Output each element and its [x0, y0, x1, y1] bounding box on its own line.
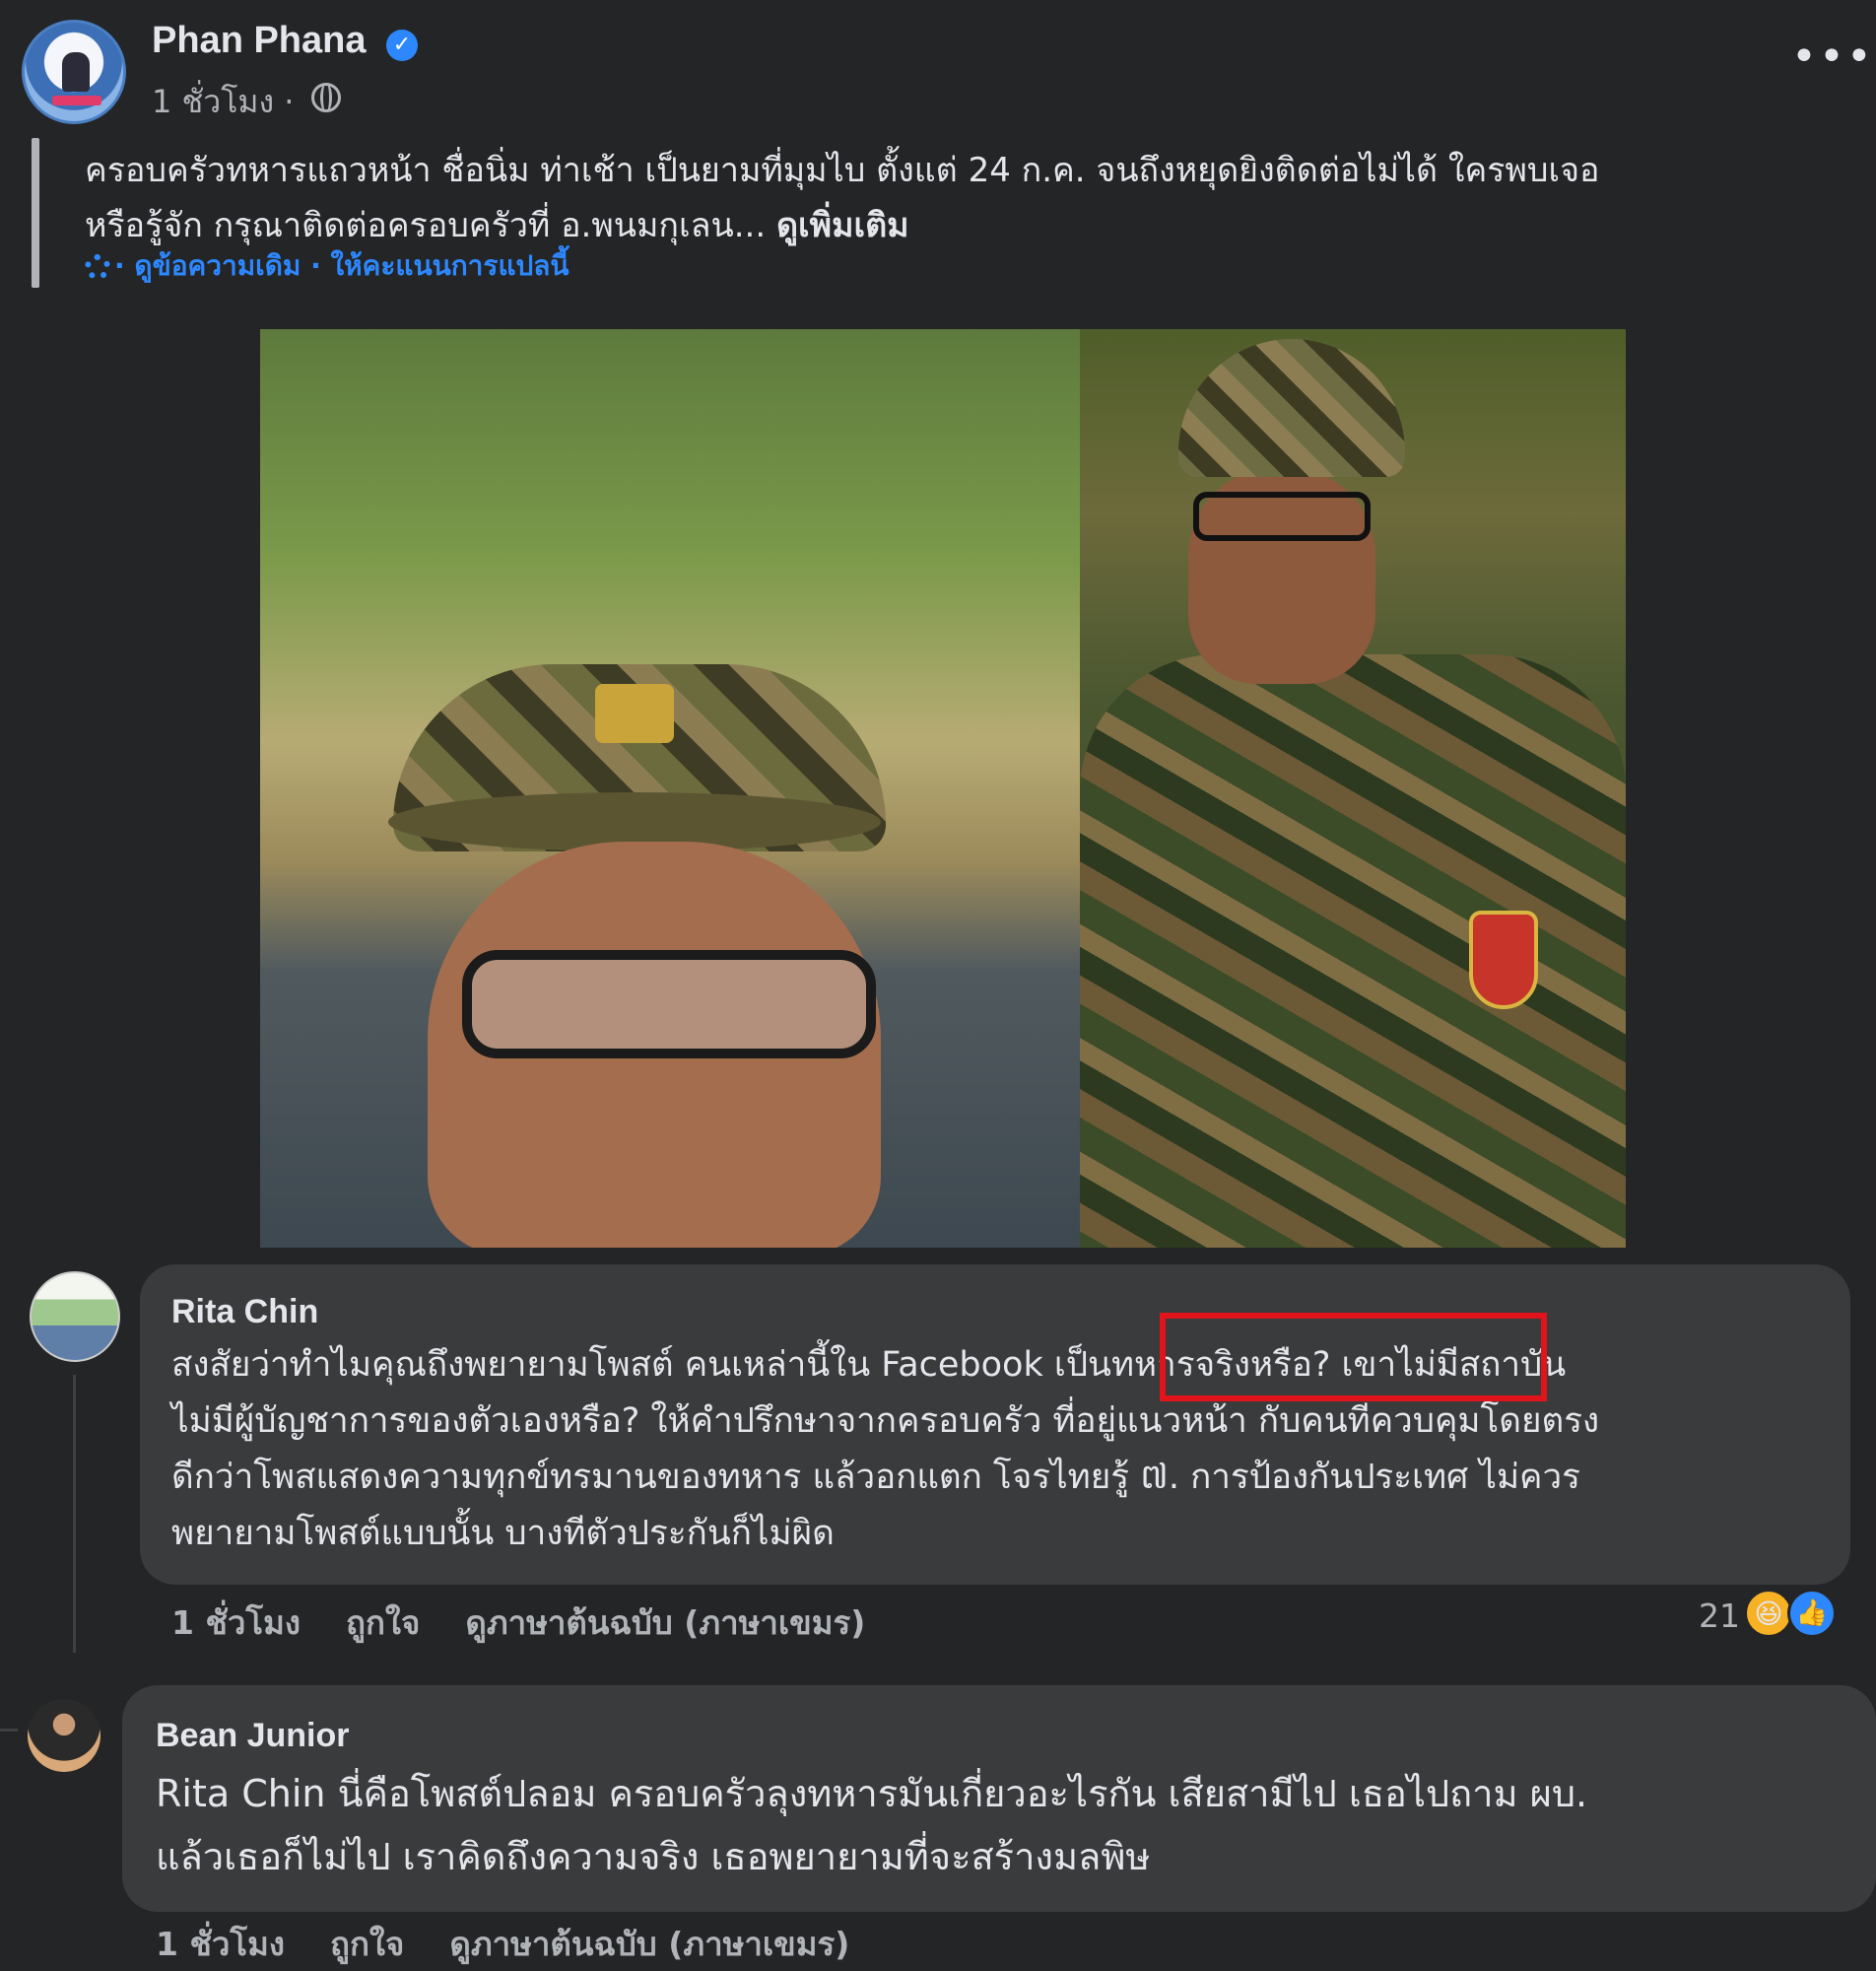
gear-icon — [85, 254, 110, 280]
post-text: ครอบครัวทหารแถวหน้า ชื่อนิ่ม ท่าเช้า เป็… — [85, 143, 1839, 253]
photo-left-selfie — [260, 329, 1080, 1248]
globe-icon — [311, 83, 341, 112]
photo-right-portrait — [1080, 329, 1626, 1248]
verified-icon: ✓ — [386, 30, 418, 61]
glasses-right — [1193, 492, 1371, 541]
comment-line: ดีกว่าโพสแสดงความทุกข์ทรมานของทหาร แล้วอ… — [171, 1458, 1580, 1497]
comment-line: แล้วเธอก็ไม่ไป เราคิดถึงความจริง เธอพยาย… — [156, 1835, 1151, 1878]
thread-line — [73, 1375, 76, 1653]
thread-connector — [0, 1729, 18, 1732]
commenter-name[interactable]: Rita Chin — [171, 1293, 318, 1331]
translation-links[interactable]: · ดูข้อความเดิม · ให้คะแนนการแปลนี้ — [114, 249, 570, 282]
comment-line: สงสัยว่าทำไมคุณถึงพยายามโพสต์ คนเหล่านี้… — [171, 1345, 1567, 1385]
translation-row: · ดูข้อความเดิม · ให้คะแนนการแปลนี้ — [85, 244, 570, 288]
like-action[interactable]: ถูกใจ — [346, 1603, 420, 1642]
see-original-action[interactable]: ดูภาษาต้นฉบับ (ภาษาเขมร) — [465, 1603, 865, 1642]
shoulder-patch — [1469, 911, 1538, 1009]
reaction-count[interactable]: 21 — [1699, 1597, 1740, 1635]
comment-actions-1: 1 ชั่วโมง ถูกใจ ดูภาษาต้นฉบับ (ภาษาเขมร) — [171, 1597, 910, 1649]
comment-line: พยายามโพสต์แบบนั้น บางทีตัวประกันก็ไม่ผิ… — [171, 1514, 835, 1553]
comment-actions-2: 1 ชั่วโมง ถูกใจ ดูภาษาต้นฉบับ (ภาษาเขมร) — [156, 1918, 895, 1970]
post-text-line-1: ครอบครัวทหารแถวหน้า ชื่อนิ่ม ท่าเช้า เป็… — [85, 151, 1600, 190]
comment-line: ไม่มีผู้บัญชาการของตัวเองหรือ? ให้คำปรึก… — [171, 1401, 1600, 1441]
cap-badge-left — [595, 684, 674, 743]
comment-text-1: สงสัยว่าทำไมคุณถึงพยายามโพสต์ คนเหล่านี้… — [171, 1337, 1846, 1562]
commenter-name[interactable]: Bean Junior — [156, 1717, 349, 1755]
commenter-avatar-rita[interactable] — [30, 1271, 120, 1362]
author-avatar[interactable] — [22, 20, 126, 124]
soldier-uniform-right — [1080, 654, 1626, 1248]
comment-time[interactable]: 1 ชั่วโมง — [156, 1925, 285, 1963]
highlight-box — [1160, 1313, 1547, 1401]
comment-time[interactable]: 1 ชั่วโมง — [171, 1603, 301, 1642]
post-photo[interactable] — [260, 329, 1626, 1248]
avatar-figure — [62, 52, 90, 92]
comment-line: Rita Chin นี่คือโพสต์ปลอม ครอบครัวลุงทหา… — [156, 1772, 1588, 1815]
more-icon[interactable]: ••• — [1791, 35, 1874, 79]
post-text-line-2-body: หรือรู้จัก กรุณาติดต่อครอบครัวที่ อ.พนมก… — [85, 206, 767, 245]
haha-icon: 😆 — [1744, 1589, 1793, 1638]
see-more-link[interactable]: ดูเพิ่มเติม — [776, 206, 909, 245]
comment-text-2: Rita Chin นี่คือโพสต์ปลอม ครอบครัวลุงทหา… — [156, 1762, 1870, 1888]
see-original-action[interactable]: ดูภาษาต้นฉบับ (ภาษาเขมร) — [449, 1925, 849, 1963]
post-time[interactable]: 1 ชั่วโมง · — [152, 77, 294, 127]
commenter-avatar-bean[interactable] — [28, 1699, 100, 1772]
avatar-banner — [52, 96, 101, 105]
author-name[interactable]: Phan Phana — [152, 20, 367, 62]
soldier-cap-right — [1178, 339, 1405, 477]
like-action[interactable]: ถูกใจ — [330, 1925, 404, 1963]
like-icon: 👍 — [1787, 1589, 1837, 1638]
quote-bar — [32, 138, 39, 288]
glasses-left — [462, 950, 876, 1058]
